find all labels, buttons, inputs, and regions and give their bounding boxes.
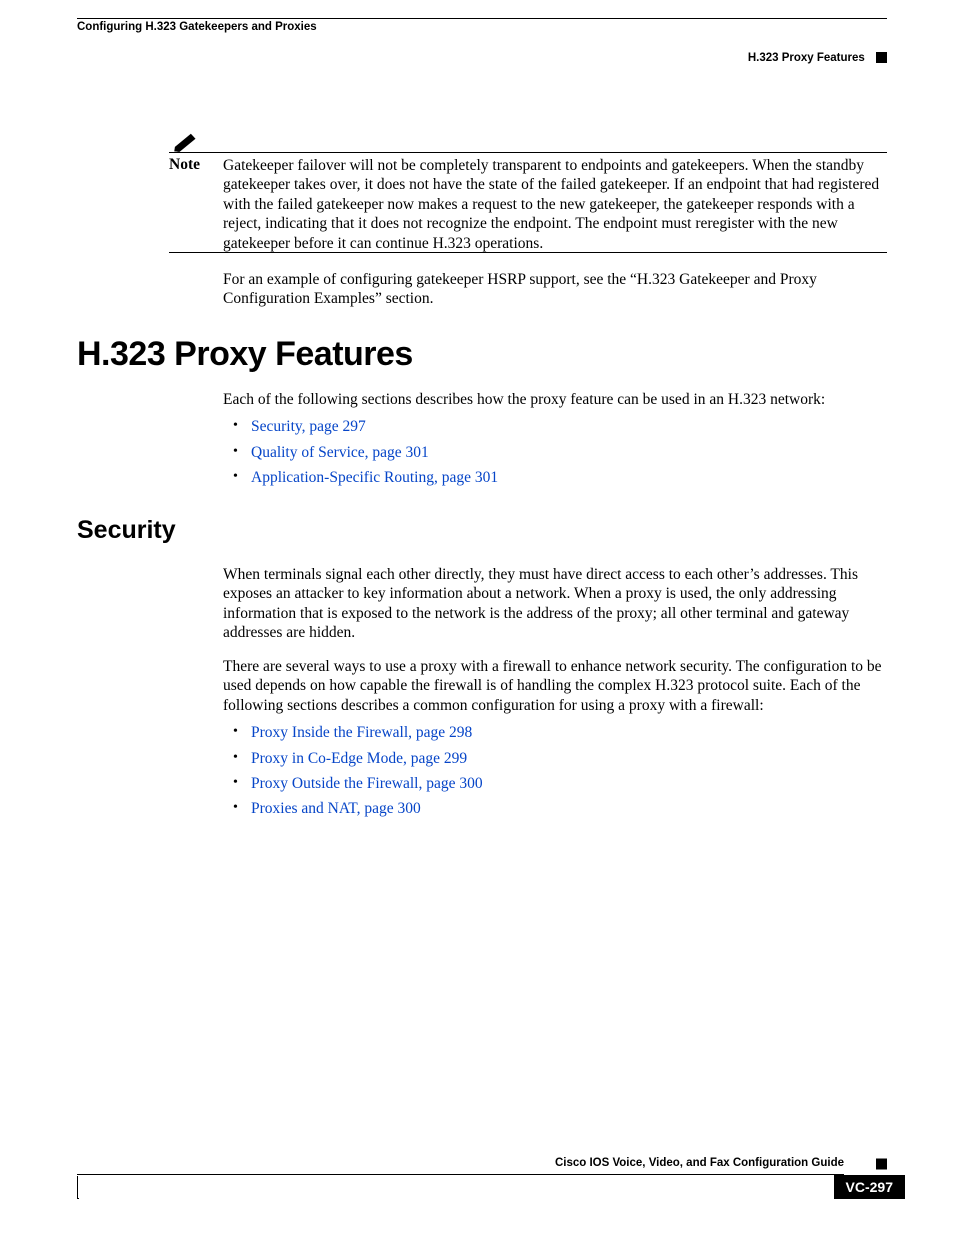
link-proxy-coedge[interactable]: Proxy in Co-Edge Mode, page 299 [251,750,467,767]
link-proxy-outside[interactable]: Proxy Outside the Firewall, page 300 [251,775,483,792]
link-proxies-nat[interactable]: Proxies and NAT, page 300 [251,800,421,817]
footer-end-square-icon [876,1159,887,1170]
intro-text: Each of the following sections describes… [223,391,825,408]
header-end-square-icon [876,52,887,63]
pencil-icon [171,129,200,152]
note-text: Gatekeeper failover will not be complete… [223,156,887,253]
list-item: Proxies and NAT, page 300 [251,799,887,818]
link-security[interactable]: Security, page 297 [251,418,366,435]
note-label: Note [169,156,200,174]
footer-rule [77,1174,844,1175]
security-paragraph-2-text: There are several ways to use a proxy wi… [223,658,882,714]
list-item: Quality of Service, page 301 [251,443,887,462]
note-rule-top [169,152,887,153]
list-item: Security, page 297 [251,417,887,436]
heading-security: Security [77,516,176,545]
list-item: Application-Specific Routing, page 301 [251,468,887,487]
paragraph-hsrp-example: For an example of configuring gatekeeper… [223,270,887,309]
running-head-left: Configuring H.323 Gatekeepers and Proxie… [77,21,887,33]
running-head-right-text: H.323 Proxy Features [748,52,865,64]
page-number: VC-297 [834,1175,905,1199]
note-rule-bottom [169,252,887,253]
security-paragraph-2: There are several ways to use a proxy wi… [223,657,887,825]
list-item: Proxy in Co-Edge Mode, page 299 [251,749,887,768]
list-item: Proxy Outside the Firewall, page 300 [251,774,887,793]
section-links-list: Security, page 297 Quality of Service, p… [223,417,887,487]
link-qos[interactable]: Quality of Service, page 301 [251,444,429,461]
firewall-links-list: Proxy Inside the Firewall, page 298 Prox… [223,723,887,819]
list-item: Proxy Inside the Firewall, page 298 [251,723,887,742]
footer-guide-title: Cisco IOS Voice, Video, and Fax Configur… [555,1157,844,1169]
security-paragraph-1: When terminals signal each other directl… [223,565,887,643]
link-proxy-inside[interactable]: Proxy Inside the Firewall, page 298 [251,724,472,741]
heading-h323-proxy-features: H.323 Proxy Features [77,335,413,374]
header-rule [77,18,887,19]
intro-paragraph: Each of the following sections describes… [223,390,887,494]
crop-mark-icon [77,1176,79,1199]
link-asr[interactable]: Application-Specific Routing, page 301 [251,469,498,486]
running-head-right: H.323 Proxy Features [748,52,887,64]
